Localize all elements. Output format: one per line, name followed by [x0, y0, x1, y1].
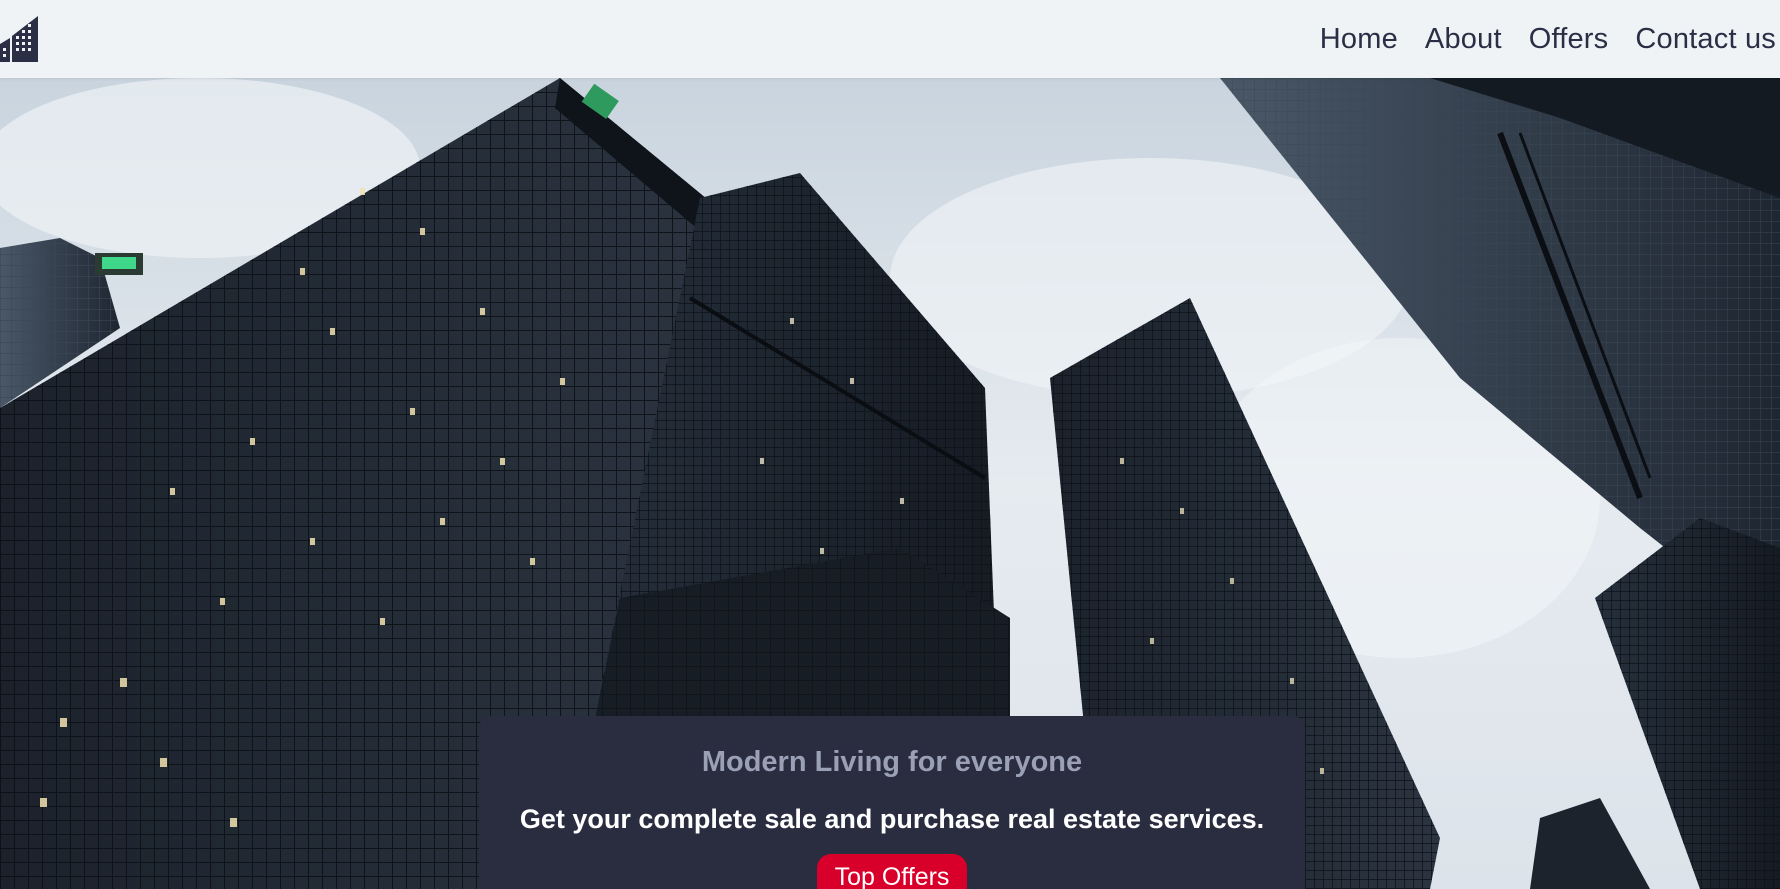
hero-card: Modern Living for everyone Get your comp…	[479, 716, 1305, 889]
navbar: Home About Offers Contact us	[0, 0, 1780, 78]
nav-link-about[interactable]: About	[1425, 23, 1502, 56]
building-icon[interactable]	[0, 14, 40, 62]
hero-section: Modern Living for everyone Get your comp…	[0, 78, 1780, 889]
nav-link-home[interactable]: Home	[1320, 23, 1398, 56]
nav-link-contact[interactable]: Contact us	[1635, 23, 1776, 56]
top-offers-button[interactable]: Top Offers	[817, 854, 967, 889]
main-nav: Home About Offers Contact us	[1293, 0, 1776, 78]
hero-heading: Modern Living for everyone	[701, 746, 1083, 778]
hero-subheading: Get your complete sale and purchase real…	[519, 804, 1265, 834]
nav-link-offers[interactable]: Offers	[1529, 23, 1609, 56]
